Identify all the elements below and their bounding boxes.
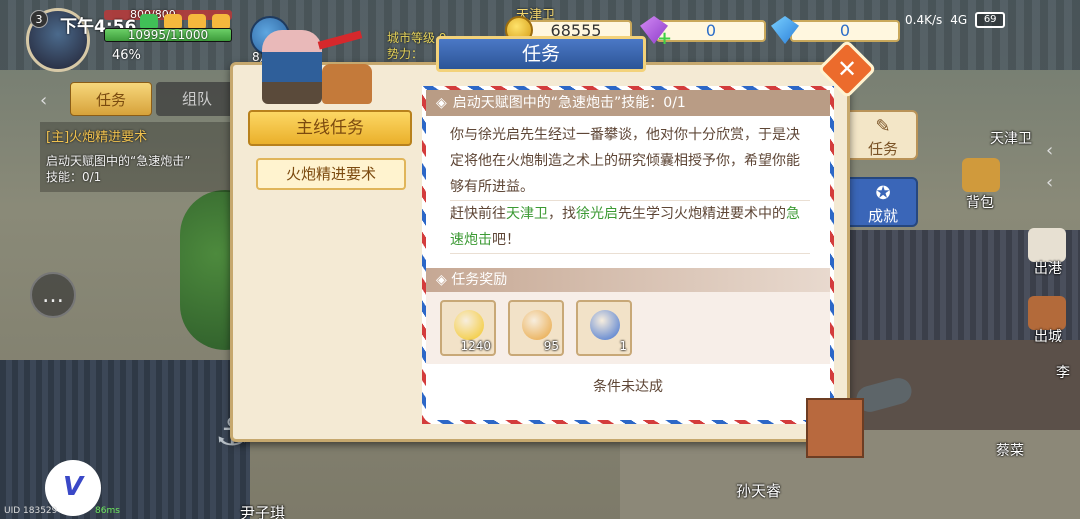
left-tab-team[interactable]: 组队 — [156, 82, 238, 116]
reward-header: ◈ 任务奖励 — [426, 268, 830, 292]
system-icons: 0.4K/s 4G 69 — [905, 12, 1006, 28]
condition-status: 条件未达成 — [593, 379, 663, 395]
bugle-icon — [522, 310, 552, 340]
bag-label[interactable]: 背包 — [966, 192, 994, 212]
side-tab-task-label: 任务 — [867, 140, 898, 158]
highlight-place: 天津卫 — [506, 206, 548, 222]
hero-sprite — [262, 30, 322, 104]
diamond-bullet-icon: ◈ — [436, 272, 447, 288]
reward-count: 1240 — [460, 339, 491, 353]
battery-icon: 69 — [975, 12, 1006, 28]
quest-objective-text: 启动天赋图中的“急速炮击”技能：0/1 — [452, 95, 686, 111]
quest-tracker[interactable]: [主]火炮精进要术 启动天赋图中的“急速炮击” 技能：0/1 — [40, 122, 230, 192]
quest-paragraph-1: 你与徐光启先生经过一番攀谈，他对你十分欣赏，于是决定将他在火炮制造之术上的研究倾… — [450, 122, 810, 201]
diamond-bullet-icon: ◈ — [436, 95, 447, 111]
signal-text: 4G — [950, 13, 968, 27]
uid-text: UID 183529 — [4, 506, 58, 516]
side-tab-task[interactable]: ✎ 任务 — [848, 110, 918, 160]
crate-sprite — [806, 398, 864, 458]
gold-coin-icon — [454, 310, 484, 340]
reward-slot[interactable]: 1240 — [440, 300, 496, 356]
exit-city-icon[interactable] — [1028, 296, 1066, 330]
reward-count: 95 — [543, 339, 559, 353]
window-title: 任务 — [436, 36, 646, 72]
percent-text: 46% — [112, 48, 141, 63]
left-tab-task[interactable]: 任务 — [70, 82, 152, 116]
reward-slot[interactable]: 95 — [508, 300, 564, 356]
ping-text: 86ms — [95, 506, 120, 516]
reward-list: 1240 95 1 — [426, 292, 830, 364]
para2-text: 先生学习火炮精进要术中的 — [618, 206, 786, 222]
exit-city-label[interactable]: 出城 — [1034, 326, 1062, 346]
npc-name-li[interactable]: 李 — [1056, 362, 1070, 382]
chevron-right-icon[interactable]: ‹ — [1046, 140, 1053, 161]
chat-bubble-icon[interactable]: … — [30, 272, 76, 318]
reward-header-text: 任务奖励 — [451, 272, 508, 288]
blue-gem-counter: 0 — [790, 20, 900, 42]
quest-category-list: 主线任务 火炮精进要术 — [248, 110, 416, 190]
purple-gem-counter: 0 — [656, 20, 766, 42]
compass-icon — [590, 310, 620, 340]
para2-text: 吧！ — [492, 232, 520, 248]
reward-count: 1 — [619, 339, 627, 353]
tracker-desc-line2: 技能：0/1 — [46, 170, 102, 184]
collapse-left-arrow-icon[interactable]: ‹ — [40, 90, 47, 111]
feather-icon: ✎ — [875, 116, 891, 137]
side-tab-achievement-label: 成就 — [867, 207, 898, 225]
close-icon: ✕ — [836, 55, 858, 83]
exp-text: 10995/11000 — [127, 28, 209, 42]
harbor-label[interactable]: 出港 — [1034, 258, 1062, 278]
network-speed: 0.4K/s — [905, 13, 943, 27]
tracker-quest-desc: 启动天赋图中的“急速炮击” 技能：0/1 — [46, 153, 224, 185]
tracker-quest-title: [主]火炮精进要术 — [46, 130, 148, 145]
para2-text: 赶快前往 — [450, 206, 506, 222]
npc-name-sun[interactable]: 孙天睿 — [736, 480, 781, 501]
medal-icon: ✪ — [875, 183, 891, 204]
reward-slot[interactable]: 1 — [576, 300, 632, 356]
quest-paragraph-2: 赶快前往天津卫，找徐光启先生学习火炮精进要术中的急速炮击吧！ — [450, 201, 810, 254]
backpack-icon[interactable] — [962, 158, 1000, 192]
quest-objective: ◈ 启动天赋图中的“急速炮击”技能：0/1 — [426, 90, 830, 116]
npc-name-bottom[interactable]: 尹子琪 — [240, 502, 285, 519]
quest-item-cannon[interactable]: 火炮精进要术 — [256, 158, 406, 190]
left-tabs: 任务 组队 — [70, 82, 238, 116]
right-place-label: 天津卫 — [990, 131, 1032, 147]
tracker-desc-line1: 启动天赋图中的“急速炮击” — [46, 154, 191, 168]
quest-detail-panel: ◈ 启动天赋图中的“急速炮击”技能：0/1 你与徐光启先生经过一番攀谈，他对你十分… — [422, 86, 834, 424]
highlight-npc: 徐光启 — [576, 206, 618, 222]
quest-description: 你与徐光启先生经过一番攀谈，他对你十分欣赏，于是决定将他在火炮制造之术上的研究倾… — [426, 116, 830, 254]
roof-left — [0, 360, 250, 519]
exp-bar: 10995/11000 — [104, 28, 232, 42]
harbor-icon[interactable] — [1028, 228, 1066, 262]
decor-sign — [322, 64, 372, 104]
player-level-badge: 3 — [30, 10, 48, 28]
npc-name-cai[interactable]: 蔡菜 — [996, 440, 1024, 460]
chevron-right-icon[interactable]: ‹ — [1046, 172, 1053, 193]
para2-text: ，找 — [548, 206, 576, 222]
category-main-quest[interactable]: 主线任务 — [248, 110, 412, 146]
side-tab-achievement[interactable]: ✪ 成就 — [848, 177, 918, 227]
add-gem-button[interactable]: + — [657, 30, 672, 48]
